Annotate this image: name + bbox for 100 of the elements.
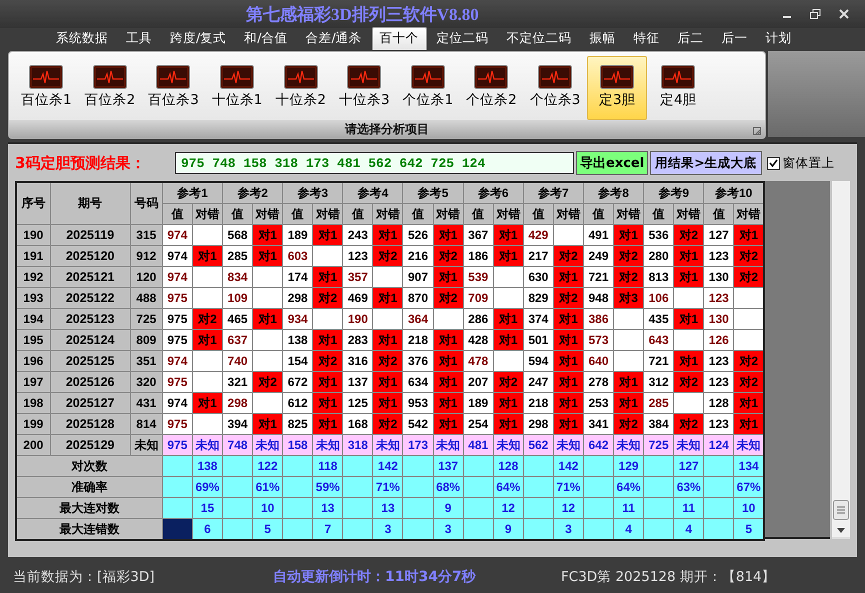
result-cell: 对2 [614, 414, 644, 434]
table-cell: 120 [130, 266, 162, 288]
table-cell: 603 [282, 246, 313, 266]
table-cell: 174 [282, 266, 313, 288]
ribbon-button[interactable]: 百位杀3 [142, 56, 205, 120]
table-cell [282, 518, 313, 540]
table-cell: 124 [704, 434, 734, 456]
result-cell: 对1 [372, 224, 403, 246]
table-cell: 122 [252, 456, 283, 476]
table-cell [523, 476, 554, 498]
table-cell: 709 [463, 288, 494, 308]
menu-tab[interactable]: 振幅 [582, 27, 624, 50]
export-button[interactable]: 导出excel [576, 151, 648, 175]
table-cell [402, 518, 434, 540]
prediction-field[interactable]: 975 748 158 318 173 481 562 642 725 124 [175, 152, 574, 174]
column-header: 序号 [16, 182, 50, 224]
close-icon[interactable] [839, 9, 849, 19]
menu-tab[interactable]: 百十个 [372, 27, 427, 50]
table-cell: 137 [433, 456, 464, 476]
table-cell: 123 [704, 372, 734, 392]
result-cell: 对2 [734, 246, 764, 266]
table-cell [674, 330, 704, 350]
result-cell: 对2 [433, 246, 464, 266]
table-cell: 123 [704, 414, 734, 434]
result-cell: 对2 [734, 350, 764, 372]
ribbon-button[interactable]: 个位杀3 [524, 56, 586, 120]
table-cell: 630 [523, 266, 554, 288]
table-cell: 71% [372, 476, 403, 498]
table-cell: 634 [402, 372, 434, 392]
scrollbar-thumb[interactable] [833, 500, 849, 520]
result-cell: 对2 [614, 266, 644, 288]
table-cell [342, 476, 373, 498]
table-cell: 478 [463, 350, 494, 372]
ribbon-button[interactable]: 十位杀3 [332, 56, 396, 120]
table-cell: 637 [222, 330, 253, 350]
result-cell: 对1 [312, 330, 343, 350]
table-cell: 11 [614, 498, 644, 518]
table-cell: 934 [282, 308, 313, 330]
result-cell: 对1 [553, 308, 584, 330]
table-cell [553, 224, 584, 246]
table-cell: 59% [312, 476, 343, 498]
table-cell: 465 [222, 308, 253, 330]
ribbon-button[interactable]: 定3胆 [587, 56, 648, 120]
table-cell: 2025126 [50, 372, 130, 392]
scroll-down-icon[interactable] [837, 528, 845, 533]
ribbon-button[interactable]: 定4胆 [648, 56, 708, 120]
table-cell: 2025129 [50, 434, 130, 456]
pin-window-checkbox[interactable]: 窗体置上 [766, 154, 835, 172]
table-cell: 975 [162, 288, 192, 308]
menu-tab[interactable]: 和/合值 [236, 27, 296, 50]
result-cell: 对1 [493, 308, 524, 330]
menu-tab[interactable]: 工具 [118, 27, 160, 50]
table-cell: 280 [644, 246, 674, 266]
table-cell: 207 [463, 372, 494, 392]
table-cell: 320 [130, 372, 162, 392]
table-cell: 168 [342, 414, 373, 434]
column-header: 对错 [614, 204, 644, 224]
result-cell: 未知 [674, 434, 704, 456]
menu-tab[interactable]: 跨度/复式 [162, 27, 234, 50]
restore-icon[interactable] [810, 9, 821, 19]
ribbon-button[interactable]: 百位杀2 [78, 56, 142, 120]
menu-tab[interactable]: 计划 [758, 27, 800, 50]
ribbon-button[interactable]: 个位杀2 [460, 56, 523, 120]
table-cell: 106 [644, 288, 674, 308]
table-cell: 10 [252, 498, 283, 518]
table-cell [734, 288, 764, 308]
result-cell: 对1 [312, 266, 343, 288]
column-header: 参考2 [222, 182, 283, 204]
ribbon-button[interactable]: 十位杀2 [269, 56, 332, 120]
menu-tab[interactable]: 系统数据 [48, 27, 116, 50]
table-cell: 218 [402, 330, 434, 350]
column-header: 值 [162, 204, 192, 224]
column-header: 对错 [734, 204, 764, 224]
dialog-launcher-icon[interactable] [753, 127, 761, 135]
column-header: 参考8 [583, 182, 644, 204]
menu-tab[interactable]: 不定位二码 [498, 27, 580, 50]
menu-tab[interactable]: 特征 [626, 27, 668, 50]
menu-tab[interactable]: 后一 [714, 27, 756, 50]
result-cell: 对2 [493, 372, 524, 392]
table-cell [674, 288, 704, 308]
ribbon-button[interactable]: 个位杀1 [396, 56, 460, 120]
table-cell: 594 [523, 350, 554, 372]
heartbeat-monitor-icon [92, 65, 127, 89]
menu-tab[interactable]: 合差/通杀 [297, 27, 370, 50]
table-cell: 974 [162, 266, 192, 288]
ribbon-button[interactable]: 百位杀1 [15, 56, 78, 120]
table-cell [734, 308, 764, 330]
ribbon-button[interactable]: 十位杀1 [206, 56, 268, 120]
result-cell: 对2 [372, 350, 403, 372]
table-cell [463, 518, 494, 540]
menu-tab[interactable]: 后二 [670, 27, 712, 50]
table-cell: 未知 [130, 434, 162, 456]
menu-tab[interactable]: 定位二码 [428, 27, 497, 50]
table-cell: 247 [523, 372, 554, 392]
table-cell: 643 [644, 330, 674, 350]
column-header: 参考7 [523, 182, 584, 204]
table-cell: 386 [583, 308, 614, 330]
data-source-text: 当前数据为：[福彩3D] [13, 568, 156, 586]
table-cell: 315 [130, 224, 162, 246]
generate-button[interactable]: 用结果>生成大底 [650, 151, 762, 175]
